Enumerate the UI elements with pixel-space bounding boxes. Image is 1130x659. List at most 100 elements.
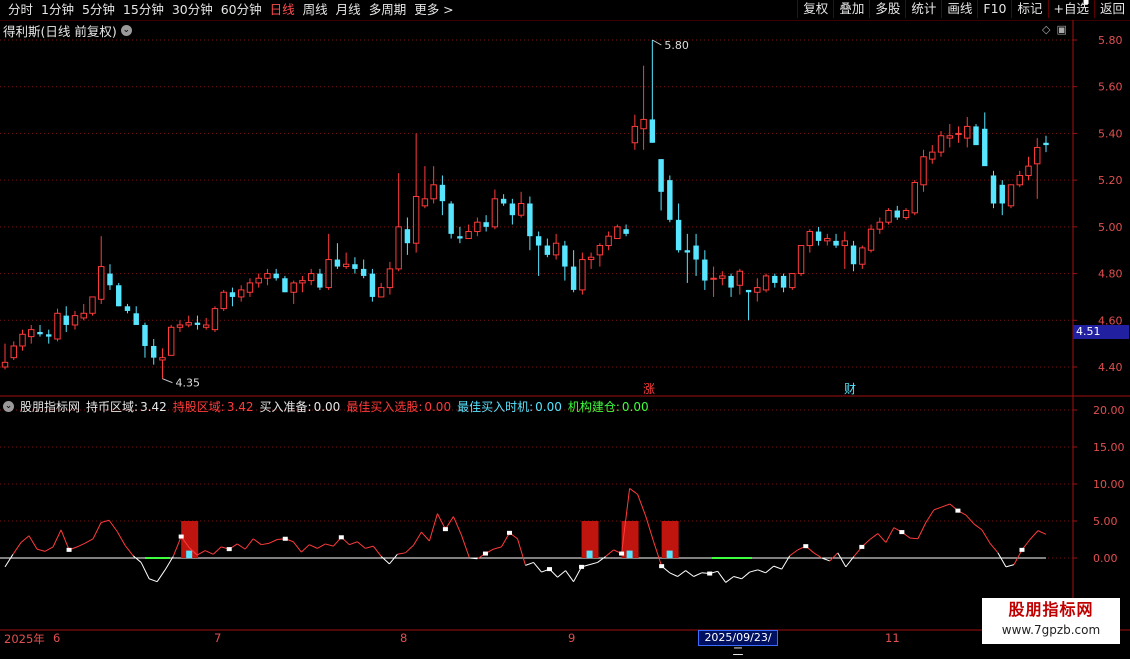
candle-body-up (307, 273, 315, 282)
candle-body-down (675, 219, 682, 251)
indicator-line-segment (300, 544, 310, 553)
indicator-chevron-icon[interactable]: ⌄ (3, 401, 14, 412)
indicator-label: 机构建仓: (567, 400, 620, 414)
candle-body-down (702, 259, 708, 281)
indicator-item-4: 最佳买入时机: 0.00 (457, 398, 562, 415)
indicator-line-segment (20, 535, 30, 543)
indicator-line-segment (156, 569, 166, 582)
indicator-line-segment (365, 545, 374, 549)
candle-body-up (946, 135, 953, 139)
candle-body-up (631, 125, 639, 144)
indicator-line-segment (116, 531, 126, 546)
indicator-line-segment (372, 545, 382, 557)
candle-body-up (202, 324, 210, 328)
candle-body-down (439, 184, 446, 202)
indicator-line-segment (749, 569, 758, 573)
event-mark: 财 (844, 382, 856, 396)
candle-body-up (89, 296, 96, 314)
candle-body-up (902, 210, 910, 219)
indicator-line-segment (493, 546, 502, 550)
candle-body-up (920, 156, 927, 186)
date-cursor-label: 2025/09/23/二 (698, 630, 778, 658)
candle-body-up (517, 203, 525, 216)
candle-body-up (491, 198, 499, 228)
indicator-tick-label: 0.00 (1093, 552, 1118, 565)
indicator-marker (506, 530, 512, 535)
low-marker-line (162, 378, 173, 384)
candle-body-down (273, 273, 279, 279)
indicator-line-segment (885, 527, 895, 543)
indicator-line-segment (645, 515, 655, 542)
indicator-line-segment (212, 546, 222, 555)
candle-body-up (10, 345, 17, 359)
candle-body-up (386, 268, 394, 289)
candle-body-down (142, 324, 148, 346)
indicator-line-segment (669, 572, 678, 577)
indicator-line-segment (132, 555, 142, 563)
candle-body-up (421, 198, 429, 207)
indicator-marker (659, 564, 665, 569)
candle-body-up (937, 135, 945, 153)
date-label: 11 (885, 631, 900, 645)
indicator-line-segment (589, 561, 598, 566)
candle-body-down (63, 315, 69, 325)
indicator-line-segment (829, 552, 839, 562)
indicator-line-segment (76, 542, 86, 548)
indicator-line-segment (172, 536, 182, 557)
indicator-line-segment (1013, 549, 1023, 565)
indicator-tick-label: 20.00 (1093, 404, 1125, 417)
kline-chart[interactable]: 5.805.605.405.205.004.804.604.405.804.35… (0, 0, 1130, 650)
indicator-line-segment (693, 572, 702, 577)
indicator-line-segment (1037, 530, 1047, 535)
indicator-marker (226, 547, 232, 552)
indicator-line-segment (244, 538, 254, 550)
indicator-marker (482, 551, 488, 556)
indicator-line-segment (557, 570, 566, 578)
candle-body-up (806, 231, 814, 247)
indicator-line-segment (877, 533, 887, 543)
indicator-line-segment (460, 534, 470, 559)
indicator-line-segment (501, 532, 510, 548)
indicator-label: 持币区域: (86, 400, 139, 414)
candle-body-up (98, 266, 105, 300)
indicator-value: 0.00 (621, 400, 649, 414)
candle-body-up (736, 270, 744, 286)
indicator-marker (859, 544, 865, 549)
indicator-label: 买入准备: (259, 400, 312, 414)
indicator-item-1: 持股区域: 3.42 (173, 398, 254, 415)
indicator-marker (955, 508, 961, 513)
candle-body-down (334, 259, 341, 267)
candle-body-up (80, 312, 87, 319)
candle-body-down (369, 273, 376, 297)
candle-body-up (719, 275, 726, 279)
candle-body-down (728, 275, 734, 288)
candle-body-up (246, 282, 254, 293)
candle-body-down (527, 203, 533, 237)
indicator-value: 0.00 (424, 400, 452, 414)
indicator-line-segment (725, 576, 734, 583)
price-tick-label: 4.80 (1098, 268, 1123, 281)
indicator-name[interactable]: 股朋指标网 (20, 398, 80, 415)
indicator-line-segment (637, 494, 647, 516)
current-price-badge: 4.51 (1073, 325, 1129, 339)
indicator-line-segment (1005, 564, 1015, 568)
date-label: 9 (568, 631, 576, 645)
candle-body-down (535, 236, 542, 246)
indicator-line-segment (973, 523, 983, 531)
buy-signal-bar (186, 550, 193, 558)
candle-body-up (54, 312, 61, 340)
candle-body-up (1, 361, 9, 368)
candle-body-down (448, 203, 454, 234)
indicator-line-segment (84, 538, 94, 544)
indicator-line-segment (428, 513, 438, 542)
indicator-marker (442, 527, 448, 532)
date-label: 8 (400, 631, 408, 645)
indicator-line-segment (4, 554, 14, 568)
indicator-item-3: 最佳买入选股: 0.00 (346, 398, 451, 415)
candle-body-down (116, 285, 122, 307)
indicator-line-segment (933, 506, 943, 511)
buy-signal-bar (666, 550, 673, 558)
indicator-marker (619, 551, 625, 556)
indicator-value: 3.42 (140, 400, 167, 414)
candle-body-up (430, 184, 437, 200)
